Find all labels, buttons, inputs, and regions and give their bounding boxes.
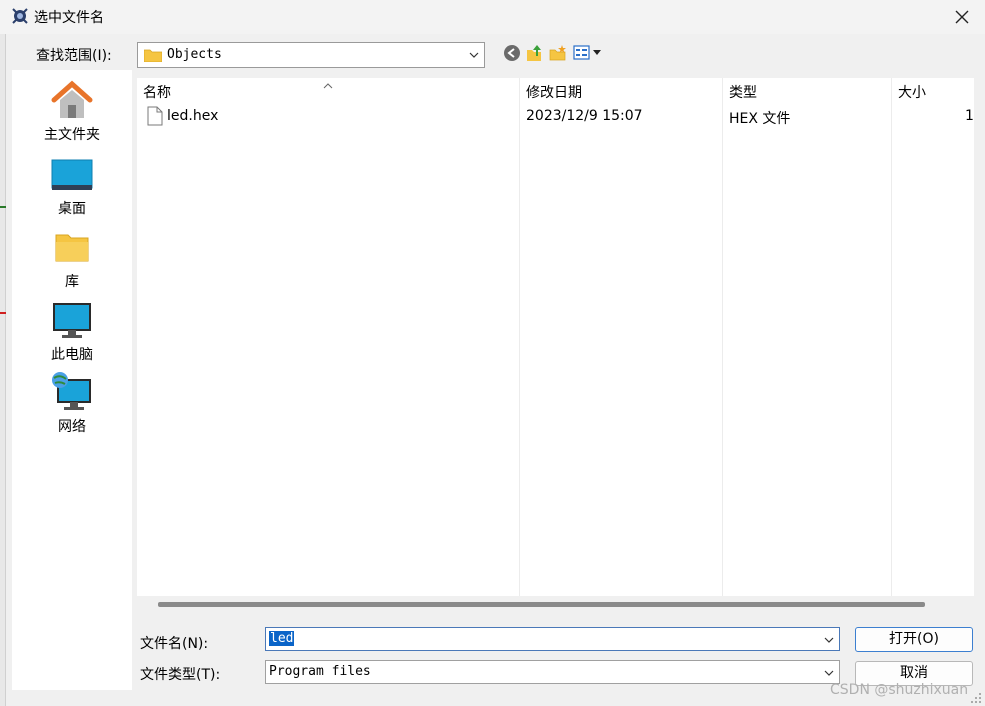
- filetype-value: Program files: [269, 664, 371, 679]
- sidebar-item-label: 主文件夹: [44, 127, 100, 143]
- column-header-modified[interactable]: 修改日期: [526, 82, 582, 102]
- column-divider[interactable]: [722, 78, 723, 596]
- places-sidebar: 主文件夹 桌面 库 此电脑 网络: [12, 70, 132, 690]
- desktop-icon: [50, 152, 94, 196]
- new-folder-icon: [549, 45, 566, 61]
- new-folder-button[interactable]: [549, 44, 569, 64]
- file-icon: [147, 106, 163, 126]
- watermark: CSDN @shuzhixuan: [830, 682, 969, 698]
- sidebar-item-library[interactable]: 库: [12, 221, 132, 291]
- open-button[interactable]: 打开(O): [855, 627, 973, 652]
- filename-label: 文件名(N):: [140, 636, 209, 652]
- computer-icon: [50, 298, 94, 342]
- column-header-type[interactable]: 类型: [729, 82, 757, 102]
- sidebar-item-label: 网络: [58, 419, 86, 435]
- sort-ascending-icon: [323, 78, 333, 89]
- chevron-down-icon[interactable]: [823, 634, 835, 646]
- filename-input[interactable]: led: [265, 627, 840, 651]
- back-button[interactable]: [503, 44, 523, 64]
- close-icon: [955, 10, 969, 24]
- column-divider[interactable]: [891, 78, 892, 596]
- up-folder-icon: [527, 45, 541, 61]
- filename-value: led: [269, 631, 295, 646]
- window-title: 选中文件名: [34, 10, 104, 26]
- sidebar-item-this-pc[interactable]: 此电脑: [12, 294, 132, 364]
- view-menu-icon: [573, 45, 601, 60]
- chevron-down-icon[interactable]: [823, 667, 835, 679]
- sidebar-item-network[interactable]: 网络: [12, 366, 132, 436]
- file-list[interactable]: 名称 修改日期 类型 大小 led.hex 2023/12/9 15:07 HE…: [137, 78, 974, 596]
- file-modified: 2023/12/9 15:07: [526, 108, 643, 124]
- chevron-down-icon: [468, 49, 480, 61]
- file-type: HEX 文件: [729, 111, 791, 127]
- view-menu-button[interactable]: [573, 44, 603, 64]
- app-icon: [10, 6, 30, 26]
- column-divider[interactable]: [519, 78, 520, 596]
- folder-icon: [143, 48, 163, 63]
- sidebar-item-home[interactable]: 主文件夹: [12, 74, 132, 144]
- lookin-combo[interactable]: Objects: [137, 42, 485, 68]
- file-size: 1: [965, 108, 974, 124]
- background-line: [0, 312, 6, 314]
- title-bar: [0, 0, 985, 34]
- home-icon: [50, 78, 94, 122]
- sidebar-item-desktop[interactable]: 桌面: [12, 148, 132, 218]
- lookin-label: 查找范围(I):: [36, 48, 112, 64]
- lookin-value: Objects: [167, 47, 222, 62]
- sidebar-item-label: 桌面: [58, 201, 86, 217]
- filetype-label: 文件类型(T):: [140, 667, 221, 683]
- sidebar-item-label: 此电脑: [51, 347, 93, 363]
- column-header-name[interactable]: 名称: [143, 82, 171, 102]
- resize-grip-icon[interactable]: [970, 692, 982, 704]
- file-name: led.hex: [167, 108, 219, 124]
- back-arrow-icon: [504, 45, 520, 61]
- sidebar-item-label: 库: [65, 274, 79, 290]
- filetype-select[interactable]: Program files: [265, 660, 840, 684]
- network-icon: [50, 370, 94, 414]
- scrollbar-thumb[interactable]: [158, 602, 925, 607]
- background-window-edge: [0, 34, 6, 706]
- up-folder-button[interactable]: [526, 44, 546, 64]
- library-folder-icon: [50, 225, 94, 269]
- column-header-size[interactable]: 大小: [898, 82, 926, 102]
- close-button[interactable]: [944, 2, 980, 32]
- background-line: [0, 206, 6, 208]
